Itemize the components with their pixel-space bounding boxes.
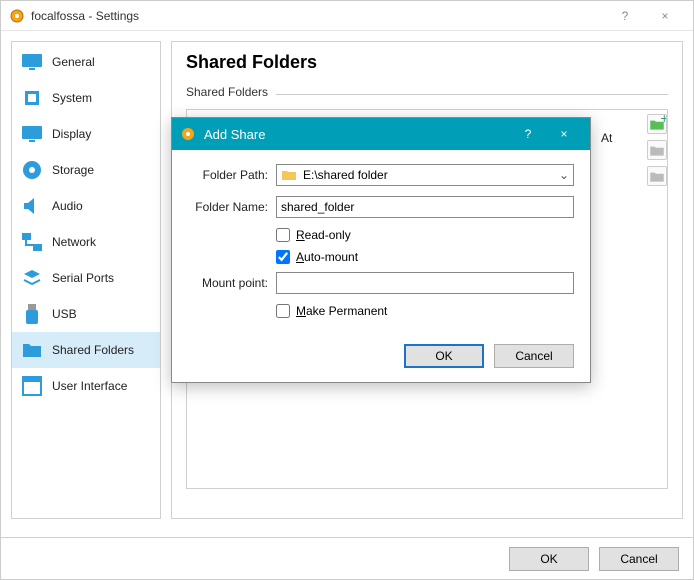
edit-folder-button[interactable] bbox=[647, 140, 667, 160]
folder-name-label: Folder Name: bbox=[188, 200, 268, 214]
sidebar-item-serial[interactable]: Serial Ports bbox=[12, 260, 160, 296]
sidebar-item-shared-folders[interactable]: Shared Folders bbox=[12, 332, 160, 368]
chip-icon bbox=[20, 86, 44, 110]
usb-icon bbox=[20, 302, 44, 326]
ok-button[interactable]: OK bbox=[509, 547, 589, 571]
sidebar-item-label: Shared Folders bbox=[52, 343, 134, 357]
folder-icon bbox=[281, 167, 297, 183]
folder-path-value: E:\shared folder bbox=[303, 168, 388, 182]
remove-folder-button[interactable] bbox=[647, 166, 667, 186]
network-icon bbox=[20, 230, 44, 254]
dialog-help-button[interactable]: ? bbox=[510, 118, 546, 150]
settings-sidebar: General System Display Storage Audio Net… bbox=[11, 41, 161, 519]
sidebar-item-label: System bbox=[52, 91, 92, 105]
auto-mount-checkbox[interactable] bbox=[276, 250, 290, 264]
dialog-title: Add Share bbox=[204, 127, 510, 142]
sidebar-item-system[interactable]: System bbox=[12, 80, 160, 116]
serial-icon bbox=[20, 266, 44, 290]
dialog-ok-button[interactable]: OK bbox=[404, 344, 484, 368]
sidebar-item-audio[interactable]: Audio bbox=[12, 188, 160, 224]
svg-text:+: + bbox=[660, 115, 666, 126]
sidebar-item-network[interactable]: Network bbox=[12, 224, 160, 260]
mount-point-input[interactable] bbox=[276, 272, 574, 294]
sidebar-item-storage[interactable]: Storage bbox=[12, 152, 160, 188]
chevron-down-icon: ⌄ bbox=[559, 168, 569, 182]
mount-point-label: Mount point: bbox=[188, 276, 268, 290]
divider bbox=[276, 94, 668, 95]
sidebar-item-usb[interactable]: USB bbox=[12, 296, 160, 332]
display-icon bbox=[20, 122, 44, 146]
page-title: Shared Folders bbox=[186, 52, 668, 73]
window-title: focalfossa - Settings bbox=[31, 9, 605, 23]
cancel-button[interactable]: Cancel bbox=[599, 547, 679, 571]
folder-path-select[interactable]: E:\shared folder ⌄ bbox=[276, 164, 574, 186]
monitor-icon bbox=[20, 50, 44, 74]
sidebar-item-label: Network bbox=[52, 235, 96, 249]
auto-mount-label: Auto-mount bbox=[296, 250, 358, 264]
dialog-cancel-button[interactable]: Cancel bbox=[494, 344, 574, 368]
read-only-label: Read-only bbox=[296, 228, 351, 242]
fieldset-label: Shared Folders bbox=[186, 85, 268, 99]
make-permanent-checkbox[interactable] bbox=[276, 304, 290, 318]
sidebar-item-ui[interactable]: User Interface bbox=[12, 368, 160, 404]
close-button[interactable]: × bbox=[645, 1, 685, 31]
folder-path-label: Folder Path: bbox=[188, 168, 268, 182]
folder-name-input[interactable] bbox=[276, 196, 574, 218]
sidebar-item-general[interactable]: General bbox=[12, 44, 160, 80]
dialog-close-button[interactable]: × bbox=[546, 118, 582, 150]
gear-icon bbox=[180, 126, 196, 142]
disk-icon bbox=[20, 158, 44, 182]
sidebar-item-display[interactable]: Display bbox=[12, 116, 160, 152]
sidebar-item-label: Display bbox=[52, 127, 91, 141]
make-permanent-label: Make Permanent bbox=[296, 304, 387, 318]
app-icon bbox=[9, 8, 25, 24]
layout-icon bbox=[20, 374, 44, 398]
help-button[interactable]: ? bbox=[605, 1, 645, 31]
sidebar-item-label: Audio bbox=[52, 199, 83, 213]
sidebar-item-label: Storage bbox=[52, 163, 94, 177]
add-share-dialog: Add Share ? × Folder Path: E:\shared fol… bbox=[171, 117, 591, 383]
sidebar-item-label: User Interface bbox=[52, 379, 127, 393]
sidebar-item-label: USB bbox=[52, 307, 77, 321]
folder-icon bbox=[20, 338, 44, 362]
sidebar-item-label: Serial Ports bbox=[52, 271, 114, 285]
read-only-checkbox[interactable] bbox=[276, 228, 290, 242]
sidebar-item-label: General bbox=[52, 55, 95, 69]
add-folder-button[interactable]: + bbox=[647, 114, 667, 134]
speaker-icon bbox=[20, 194, 44, 218]
column-at: At bbox=[601, 131, 612, 145]
